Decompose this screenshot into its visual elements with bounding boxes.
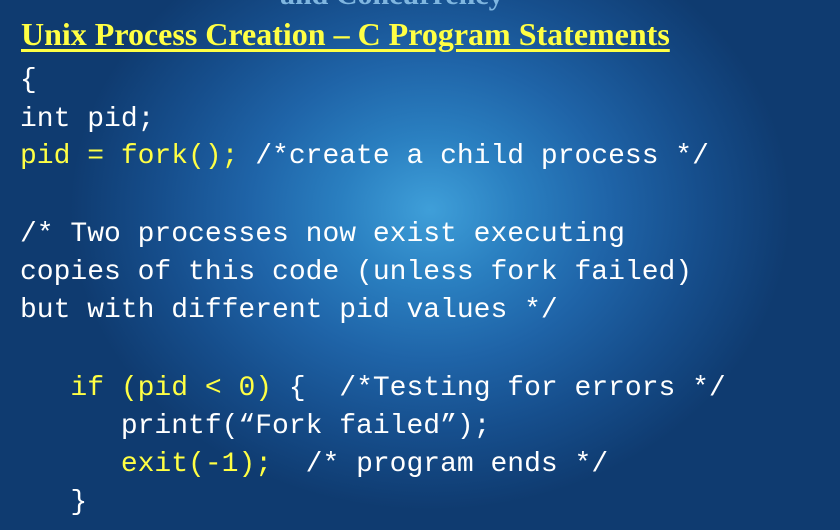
code-line-5: /* Two processes now exist executing (20, 219, 625, 250)
code-line-6: copies of this code (unless fork failed) (20, 257, 693, 288)
code-line-2: int pid; (20, 104, 155, 135)
exit-statement: exit(-1); (120, 449, 273, 480)
if-condition: if (pid < 0) (70, 373, 273, 404)
code-line-10: printf(“Fork failed”); (20, 411, 491, 442)
exit-comment: /* program ends */ (272, 449, 609, 480)
code-line-1: { (20, 65, 37, 96)
code-line-7: but with different pid values */ (20, 295, 558, 326)
code-line-9: if (pid < 0) { /*Testing for errors */ (20, 372, 726, 406)
slide-title: Unix Process Creation – C Program Statem… (21, 16, 670, 52)
if-comment: { /*Testing for errors */ (272, 373, 726, 404)
fork-comment: /*create a child process */ (238, 141, 709, 172)
previous-title-fragment: and Concurrency (280, 0, 504, 12)
code-line-12: } (20, 487, 88, 518)
code-line-11: exit(-1); /* program ends */ (20, 448, 608, 482)
code-line-3: pid = fork(); /*create a child process *… (20, 140, 709, 174)
fork-statement: pid = fork(); (20, 141, 239, 172)
